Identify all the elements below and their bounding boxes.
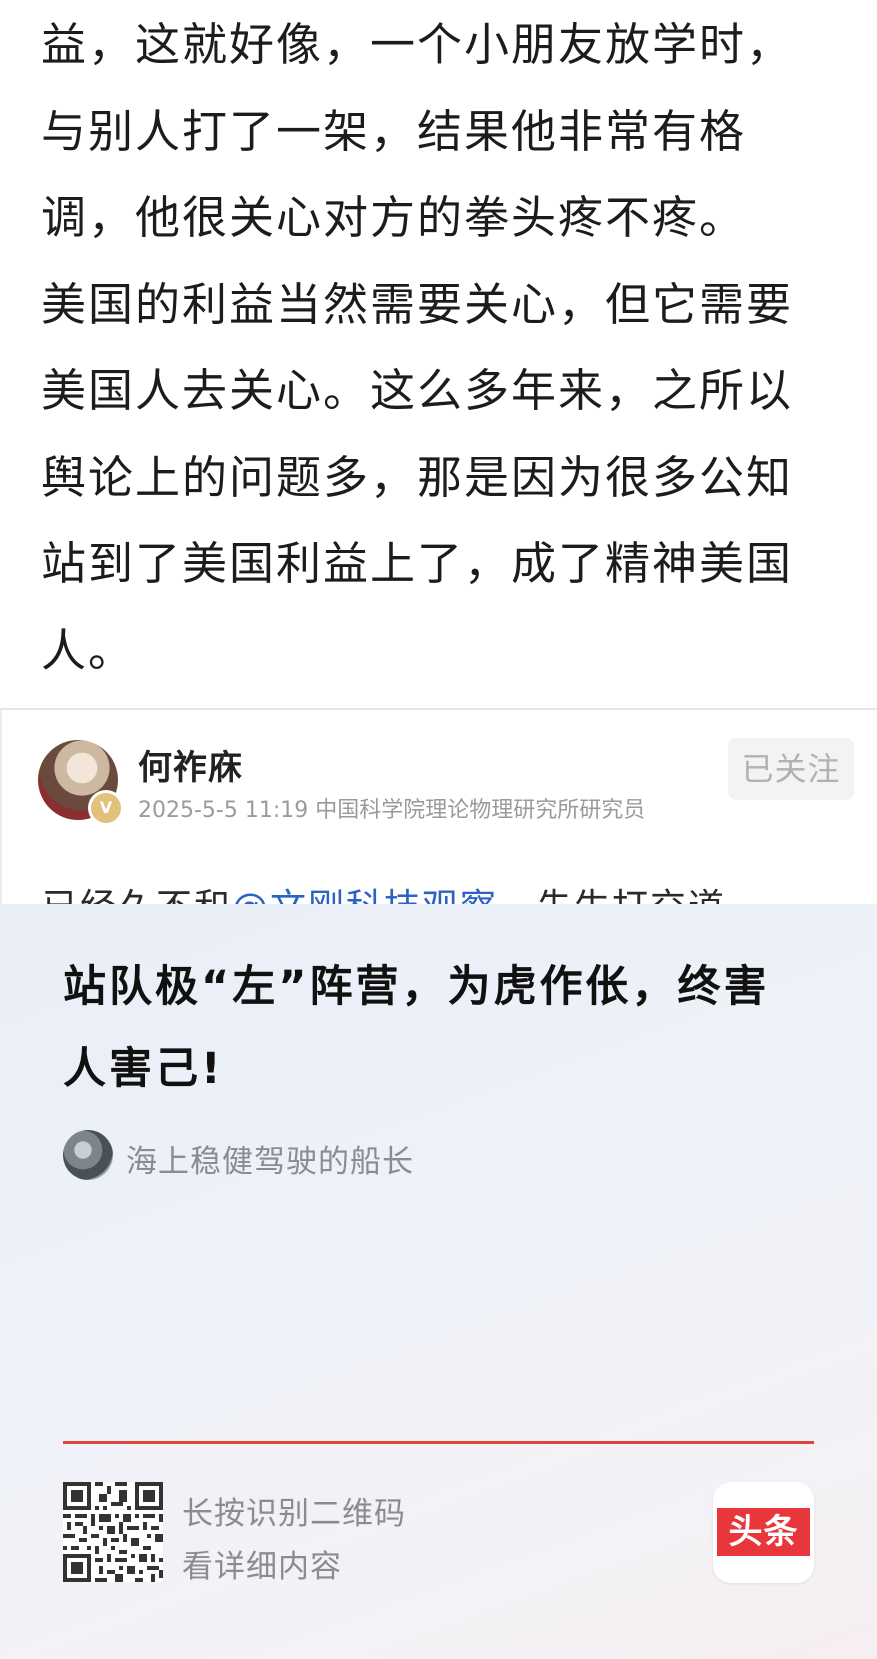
article-line: 益，这就好像，一个小朋友放学时， — [41, 18, 794, 71]
comment-text-prefix: 已经久不和 — [42, 887, 232, 904]
article-line: 调，他很关心对方的拳头疼不疼。 — [41, 191, 747, 244]
mention-link[interactable]: @文刚科技观察 — [232, 887, 498, 904]
article-line: 与别人打了一架，结果他非常有格 — [41, 104, 747, 158]
comment-card: V 何祚庥 2025-5-5 11:19 中国科学院理论物理研究所研究员 已关注… — [0, 710, 877, 904]
comment-author-name[interactable]: 何祚庥 — [138, 740, 243, 789]
comment-text-partial: 已经久不和@文刚科技观察…先生打交道 — [42, 878, 726, 904]
qr-code-icon[interactable] — [63, 1482, 163, 1582]
author-avatar-icon — [63, 1130, 113, 1180]
article-line: 美国人去关心。这么多年来，之所以 — [41, 364, 794, 417]
toutiao-logo-icon: 头条 — [713, 1482, 814, 1583]
logo-text: 头条 — [717, 1508, 810, 1556]
follow-button[interactable]: 已关注 — [728, 738, 854, 800]
article-body: 益，这就好像，一个小朋友放学时， 与别人打了一架，结果他非常有格 调，他很关心对… — [41, 0, 861, 694]
post-screenshot: 益，这就好像，一个小朋友放学时， 与别人打了一架，结果他非常有格 调，他很关心对… — [0, 0, 877, 904]
comment-text-suffix: …先生打交道 — [498, 887, 726, 904]
comment-meta: 2025-5-5 11:19 中国科学院理论物理研究所研究员 — [138, 798, 646, 823]
share-author-name: 海上稳健驾驶的船长 — [126, 1144, 414, 1180]
accent-divider — [63, 1441, 814, 1444]
qr-hint-line2: 看详细内容 — [182, 1549, 342, 1585]
qr-hint-line1: 长按识别二维码 — [182, 1496, 406, 1532]
article-line: 舆论上的问题多，那是因为很多公知 — [41, 450, 794, 504]
article-line: 人。 — [41, 623, 136, 677]
share-card: 站队极“左”阵营，为虎作伥，终害人害己! 海上稳健驾驶的船长 长按识别二维码 看… — [0, 904, 877, 1659]
verified-badge-icon: V — [88, 790, 124, 826]
share-title: 站队极“左”阵营，为虎作伥，终害人害己! — [63, 962, 770, 1094]
article-line: 站到了美国利益上了，成了精神美国 — [41, 537, 794, 590]
article-line: 美国的利益当然需要关心，但它需要 — [41, 277, 794, 331]
